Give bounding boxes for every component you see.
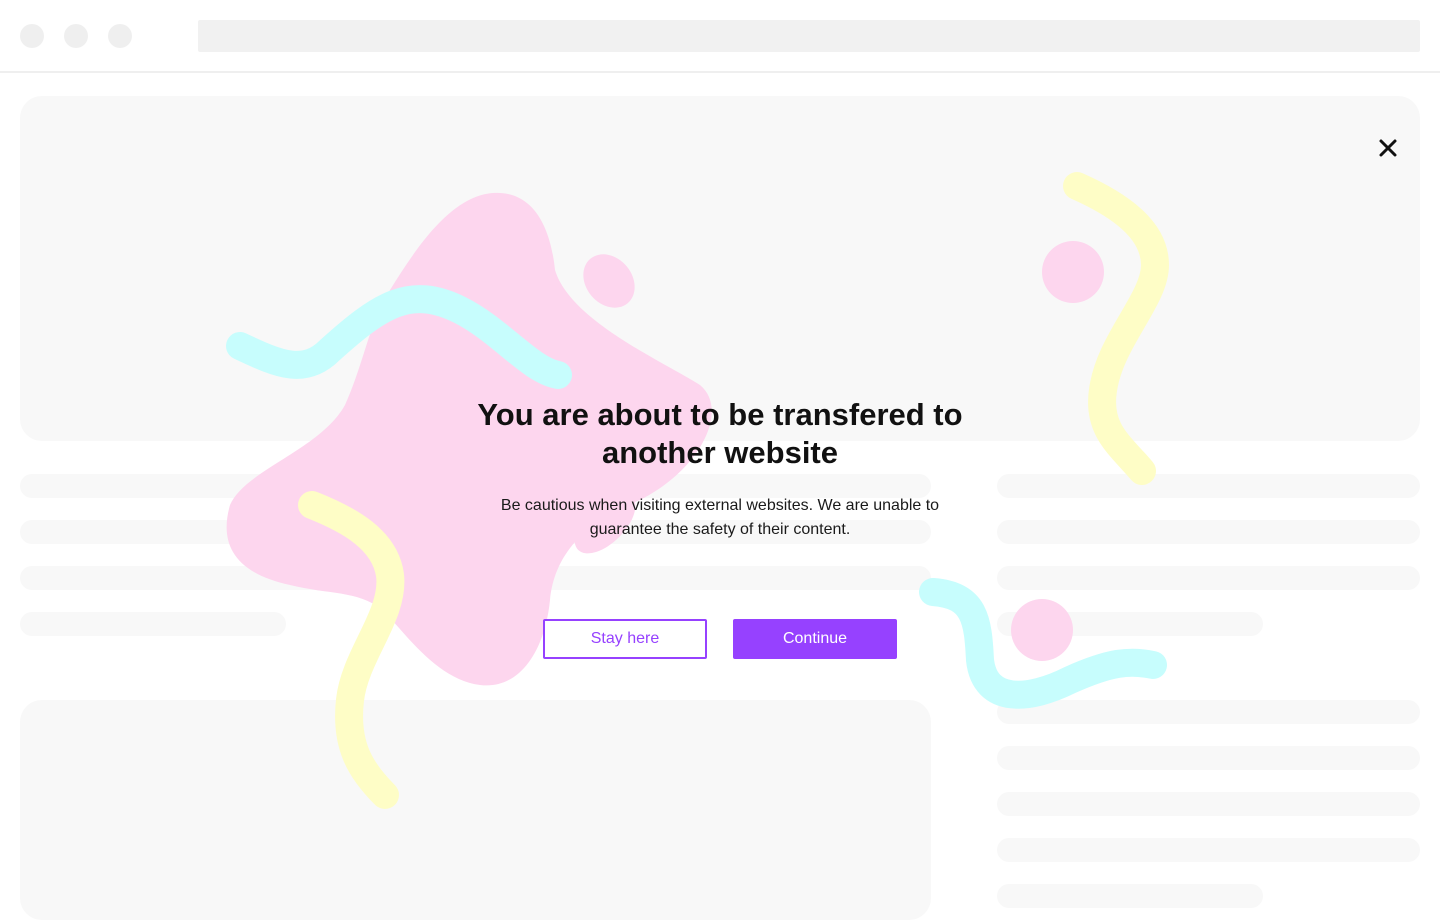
skeleton-bottom-card xyxy=(20,700,931,920)
skeleton-line xyxy=(997,566,1420,590)
skeleton-line xyxy=(997,838,1420,862)
skeleton-line xyxy=(20,566,931,590)
address-bar[interactable] xyxy=(198,20,1420,52)
skeleton-line xyxy=(997,700,1420,724)
stay-here-button[interactable]: Stay here xyxy=(543,619,707,659)
browser-toolbar xyxy=(0,0,1440,73)
window-dot-close[interactable] xyxy=(20,24,44,48)
skeleton-line xyxy=(997,520,1420,544)
skeleton-line xyxy=(20,612,286,636)
continue-button[interactable]: Continue xyxy=(733,619,897,659)
cyan-squiggle xyxy=(919,578,1167,709)
skeleton-line xyxy=(997,612,1263,636)
dialog-title: You are about to be transfered to anothe… xyxy=(477,397,963,470)
transfer-warning-dialog: You are about to be transfered to anothe… xyxy=(420,396,1020,542)
skeleton-line xyxy=(997,474,1420,498)
dialog-description: Be cautious when visiting external websi… xyxy=(500,497,940,538)
skeleton-line xyxy=(997,746,1420,770)
skeleton-hero-card xyxy=(20,96,1420,441)
skeleton-line xyxy=(997,792,1420,816)
close-button[interactable] xyxy=(1370,130,1406,166)
window-dot-minimize[interactable] xyxy=(64,24,88,48)
window-dot-maximize[interactable] xyxy=(108,24,132,48)
dialog-actions: Stay here Continue xyxy=(543,619,897,659)
skeleton-line xyxy=(997,884,1263,908)
close-icon xyxy=(1379,139,1397,157)
